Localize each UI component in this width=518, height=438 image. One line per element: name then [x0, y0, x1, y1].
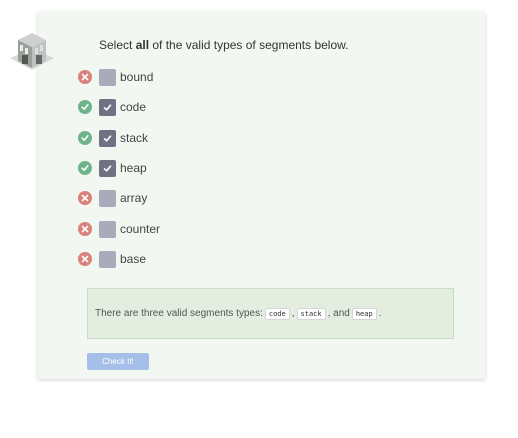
checkbox-bound[interactable]	[99, 68, 116, 86]
option-counter[interactable]: counter	[78, 219, 160, 239]
option-label: stack	[120, 131, 149, 145]
checkbox-counter[interactable]	[99, 220, 116, 238]
feedback-separator: , and	[327, 308, 350, 319]
feedback-box: There are three valid segments types: co…	[87, 288, 454, 339]
checkbox-array[interactable]	[99, 189, 116, 207]
x-icon	[78, 191, 92, 205]
option-heap[interactable]: heap	[78, 158, 147, 178]
check-it-button[interactable]: Check It!	[87, 353, 149, 370]
checkbox-base[interactable]	[99, 250, 116, 268]
checkmark-icon	[103, 134, 112, 142]
option-label: bound	[120, 70, 154, 84]
checkbox-heap[interactable]	[99, 159, 116, 177]
check-icon	[78, 131, 92, 145]
question-emphasis: all	[135, 38, 150, 52]
check-icon	[78, 100, 92, 114]
feedback-separator: ,	[291, 308, 295, 319]
building-logo-icon	[10, 33, 54, 70]
question-suffix: of the valid types of segments below.	[149, 38, 349, 52]
option-label: base	[120, 252, 147, 266]
option-array[interactable]: array	[78, 188, 147, 208]
feedback-end: .	[378, 308, 382, 319]
checkbox-code[interactable]	[99, 98, 116, 116]
option-code[interactable]: code	[78, 97, 146, 117]
option-label: heap	[120, 161, 147, 175]
checkmark-icon	[103, 103, 112, 111]
code-snippet: stack	[296, 307, 326, 320]
question-prefix: Select	[99, 38, 136, 52]
x-icon	[78, 252, 92, 266]
checkbox-stack[interactable]	[99, 129, 116, 147]
code-snippet: code	[264, 307, 290, 320]
code-snippet: heap	[351, 307, 377, 320]
option-label: code	[120, 100, 147, 114]
option-bound[interactable]: bound	[78, 67, 153, 87]
feedback-text: There are three valid segments types:	[95, 308, 263, 319]
x-icon	[78, 70, 92, 84]
option-base[interactable]: base	[78, 249, 146, 269]
question-prompt: Select all of the valid types of segment…	[99, 38, 348, 52]
checkmark-icon	[103, 164, 112, 172]
check-icon	[78, 161, 92, 175]
option-label: counter	[120, 222, 161, 236]
option-label: array	[120, 191, 148, 205]
x-icon	[78, 222, 92, 236]
option-stack[interactable]: stack	[78, 128, 148, 148]
